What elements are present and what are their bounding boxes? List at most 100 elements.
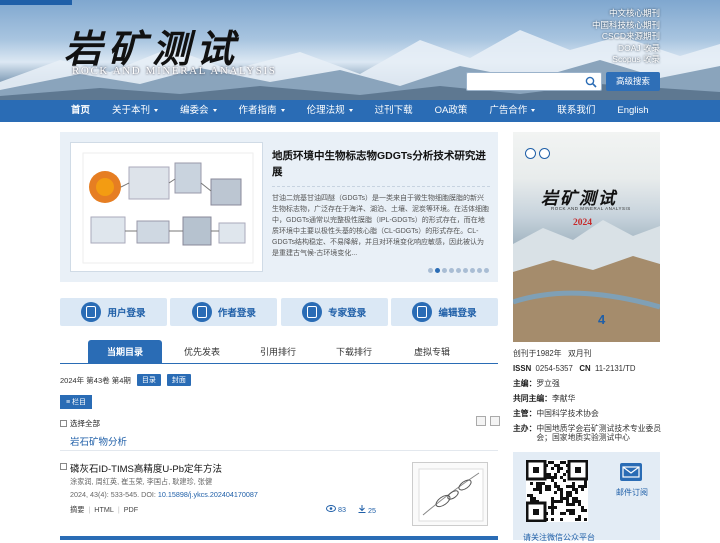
carousel-dot[interactable] bbox=[442, 268, 447, 273]
featured-article-summary: 甘油二烷基甘油四醚（GDGTs）是一类来自于微生物细胞膜脂的新兴生物标志物，广泛… bbox=[272, 195, 489, 257]
organizer-label: 主办： bbox=[513, 424, 537, 433]
article-thumbnail[interactable] bbox=[412, 462, 488, 526]
nav-label: 编委会 bbox=[180, 105, 209, 116]
nav-contact[interactable]: 联系我们 bbox=[546, 100, 606, 122]
tab-citation-ranking[interactable]: 引用排行 bbox=[246, 340, 310, 364]
tab-current-issue[interactable]: 当期目录 bbox=[88, 340, 162, 364]
nav-ethics[interactable]: 伦理法规 bbox=[296, 100, 364, 122]
article-authors: 涂家润, 周红英, 崔玉荣, 李国占, 耿建珍, 张健 bbox=[70, 477, 213, 486]
editor-row: 主编：罗立强 bbox=[513, 379, 663, 388]
export-icon[interactable] bbox=[476, 416, 486, 426]
section-title: 岩石矿物分析 bbox=[70, 437, 128, 448]
nav-label: OA政策 bbox=[434, 105, 468, 116]
column-filter-button[interactable]: ≡ 栏目 bbox=[60, 395, 93, 409]
toc-button[interactable]: 目录 bbox=[136, 374, 161, 386]
advanced-search-button[interactable]: 高级搜索 bbox=[606, 72, 660, 91]
select-all-label: 选择全部 bbox=[70, 419, 100, 428]
sponsor: 中国科学技术协会 bbox=[536, 409, 599, 418]
nav-label: 首页 bbox=[71, 105, 91, 116]
issue-info: 2024年 第43卷 第4期 目录 封面 bbox=[60, 374, 191, 386]
badge: 中国科技核心期刊 bbox=[591, 19, 660, 30]
download-icon[interactable] bbox=[490, 416, 500, 426]
nav-label: 广告合作 bbox=[489, 105, 528, 116]
carousel-dots bbox=[428, 268, 489, 273]
editor: 罗立强 bbox=[536, 379, 560, 388]
nav-oa-policy[interactable]: OA政策 bbox=[424, 100, 479, 122]
mail-icon[interactable] bbox=[620, 463, 642, 481]
article-checkbox[interactable] bbox=[60, 463, 67, 470]
carousel-dot[interactable] bbox=[456, 268, 461, 273]
featured-article-graphic[interactable] bbox=[70, 142, 263, 272]
carousel-dot[interactable] bbox=[484, 268, 489, 273]
expert-icon bbox=[302, 302, 323, 322]
tab-online-first[interactable]: 优先发表 bbox=[170, 340, 234, 364]
button-label: 用户登录 bbox=[107, 308, 146, 319]
article-title[interactable]: 磷灰石ID-TIMS高精度U-Pb定年方法 bbox=[70, 461, 222, 475]
carousel-dot[interactable] bbox=[449, 268, 454, 273]
html-link[interactable]: HTML bbox=[94, 505, 114, 514]
views-value: 83 bbox=[338, 505, 346, 514]
cover-button[interactable]: 封面 bbox=[166, 374, 191, 386]
badge: Scopus 收录 bbox=[612, 54, 660, 65]
nav-archive-download[interactable]: 过刊下载 bbox=[364, 100, 424, 122]
caret-down-icon bbox=[212, 108, 217, 112]
views-count: 83 bbox=[326, 505, 346, 515]
nav-home[interactable]: 首页 bbox=[60, 100, 101, 122]
carousel-dot[interactable] bbox=[470, 268, 475, 273]
downloads-count: 25 bbox=[358, 505, 376, 515]
email-subscribe-link[interactable]: 邮件订阅 bbox=[616, 487, 648, 498]
journal-cover[interactable]: 岩矿测试 ROCK AND MINERAL ANALYSIS 2024 4 bbox=[513, 132, 660, 342]
select-all-checkbox[interactable] bbox=[60, 420, 67, 427]
user-login-button[interactable]: 用户登录 bbox=[60, 298, 167, 326]
caret-down-icon bbox=[280, 108, 285, 112]
login-buttons: 用户登录 作者登录 专家登录 编辑登录 bbox=[60, 298, 498, 326]
expert-login-button[interactable]: 专家登录 bbox=[280, 298, 388, 326]
site-logo-en: ROCK AND MINERAL ANALYSIS bbox=[72, 65, 277, 77]
carousel-dot[interactable] bbox=[428, 268, 433, 273]
sponsor-label: 主管： bbox=[513, 409, 537, 418]
frequency: 双月刊 bbox=[568, 349, 592, 358]
editor-login-button[interactable]: 编辑登录 bbox=[390, 298, 498, 326]
tab-download-ranking[interactable]: 下载排行 bbox=[322, 340, 386, 364]
index-badges: 中文核心期刊 中国科技核心期刊 CSCD来源期刊 DOAJ 收录 Scopus … bbox=[592, 8, 660, 66]
carousel-dot[interactable] bbox=[435, 268, 440, 273]
featured-article-title[interactable]: 地质环境中生物标志物GDGTs分析技术研究进展 bbox=[272, 148, 490, 180]
follow-panel: 请关注微信公众平台 邮件订阅 bbox=[513, 452, 660, 542]
author-login-button[interactable]: 作者登录 bbox=[170, 298, 278, 326]
organizer: 中国地质学会岩矿测试技术专业委员会；国家地质实验测试中心 bbox=[536, 424, 662, 442]
cover-issue-number: 4 bbox=[598, 312, 606, 327]
carousel-dot[interactable] bbox=[477, 268, 482, 273]
nav-author-guide[interactable]: 作者指南 bbox=[228, 100, 296, 122]
author-icon bbox=[191, 302, 212, 322]
carousel-dot[interactable] bbox=[463, 268, 468, 273]
cover-year: 2024 bbox=[573, 218, 592, 228]
nav-advertising[interactable]: 广告合作 bbox=[478, 100, 546, 122]
pdf-link[interactable]: PDF bbox=[124, 505, 138, 514]
header-accent bbox=[0, 0, 72, 5]
nav-about[interactable]: 关于本刊 bbox=[101, 100, 169, 122]
nav-label: 联系我们 bbox=[557, 105, 596, 116]
nav-english[interactable]: English bbox=[606, 100, 659, 122]
select-all[interactable]: 选择全部 bbox=[60, 418, 100, 429]
nav-editorial-board[interactable]: 编委会 bbox=[169, 100, 228, 122]
abstract-link[interactable]: 摘要 bbox=[70, 505, 84, 514]
main-nav: 首页 关于本刊 编委会 作者指南 伦理法规 过刊下载 OA政策 广告合作 联系我… bbox=[0, 100, 720, 122]
button-label: 作者登录 bbox=[217, 308, 256, 319]
nav-label: English bbox=[617, 105, 649, 116]
search-icon[interactable] bbox=[585, 76, 597, 88]
doi-link[interactable]: 10.15898/j.ykcs.202404170087 bbox=[158, 490, 258, 499]
featured-article-carousel: 地质环境中生物标志物GDGTs分析技术研究进展 甘油二烷基甘油四醚（GDGTs）… bbox=[60, 132, 498, 282]
caret-down-icon bbox=[531, 108, 536, 112]
founded: 创刊于1982年 bbox=[513, 349, 562, 358]
badge: 中文核心期刊 bbox=[608, 8, 660, 18]
qr-code-icon bbox=[525, 459, 589, 523]
issn-label: ISSN bbox=[513, 364, 532, 373]
button-label: 专家登录 bbox=[328, 308, 367, 319]
co-editor-row: 共同主编：李献华 bbox=[513, 394, 663, 403]
tab-virtual-collection[interactable]: 虚拟专辑 bbox=[400, 340, 464, 364]
citation-text: 2024, 43(4): 533-545. DOI: bbox=[70, 490, 158, 499]
founded-row: 创刊于1982年 双月刊 bbox=[513, 349, 663, 358]
caret-down-icon bbox=[154, 108, 159, 112]
search-input[interactable] bbox=[466, 72, 602, 91]
cover-landscape bbox=[513, 220, 660, 342]
